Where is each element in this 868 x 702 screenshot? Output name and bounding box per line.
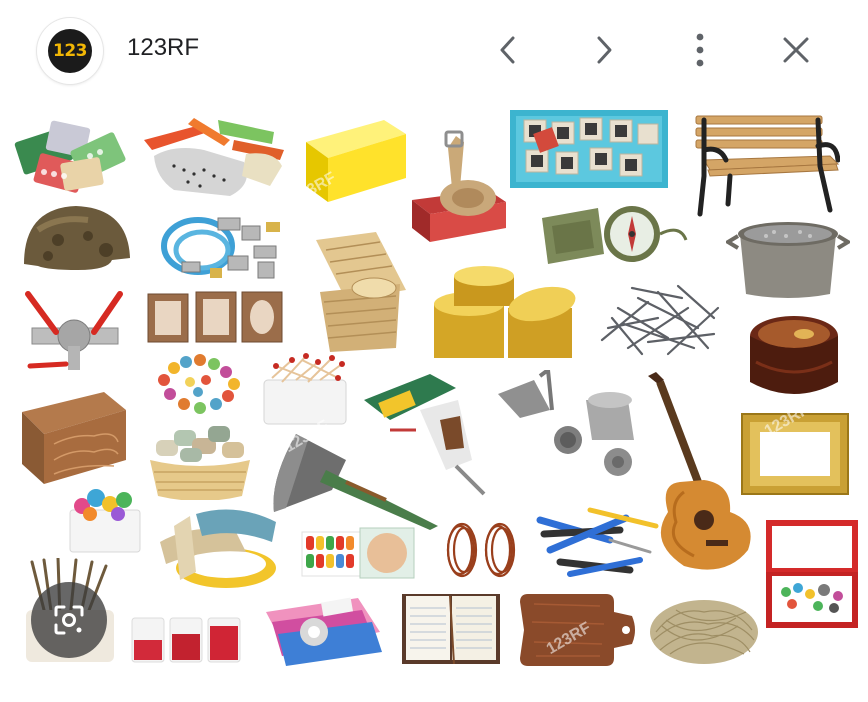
site-logo[interactable]: 123 bbox=[37, 18, 103, 84]
main-image[interactable]: 123RF 123RF 123RF 123RF bbox=[0, 100, 868, 700]
rusty-helmet-image bbox=[18, 200, 134, 274]
yellow-sponge-image bbox=[300, 112, 410, 206]
gold-boxes-image bbox=[430, 264, 580, 364]
yarn-basket-image bbox=[144, 420, 256, 500]
valve-with-red-handles-image bbox=[22, 290, 126, 378]
gold-picture-frame-image bbox=[740, 412, 850, 496]
glasses-red-liquid-image bbox=[130, 614, 244, 664]
matches-in-bowl-image bbox=[262, 350, 348, 426]
site-logo-text: 123 bbox=[48, 29, 92, 73]
axe-image bbox=[266, 430, 442, 530]
nails-pile-image bbox=[598, 278, 724, 362]
open-notebook-image bbox=[400, 592, 502, 666]
wooden-frames-image bbox=[146, 290, 284, 344]
lens-search-icon bbox=[54, 605, 84, 635]
meat-grinder-image bbox=[490, 370, 640, 480]
plastic-toys-box-image bbox=[64, 476, 146, 556]
close-icon bbox=[783, 37, 809, 63]
copper-wire-coils-image bbox=[440, 520, 524, 580]
next-button[interactable] bbox=[582, 28, 626, 72]
wooden-jewelry-box-image bbox=[746, 312, 842, 404]
compass-image bbox=[538, 204, 690, 270]
viewer-header: 123 123RF bbox=[0, 0, 868, 100]
close-button[interactable] bbox=[774, 28, 818, 72]
lens-search-button[interactable] bbox=[31, 582, 107, 658]
previous-button[interactable] bbox=[486, 28, 530, 72]
wicker-baskets-image bbox=[306, 230, 412, 354]
gloves-and-tools-image bbox=[134, 110, 286, 202]
cutting-board-image bbox=[514, 592, 638, 668]
more-vert-icon bbox=[696, 33, 704, 67]
twine-bundle-image bbox=[646, 592, 762, 668]
sponges-and-tape-image bbox=[262, 592, 384, 666]
park-bench-image bbox=[690, 110, 840, 220]
metal-pot-image bbox=[726, 216, 850, 300]
rolled-ribbons-image bbox=[156, 502, 284, 592]
carved-wooden-box-image bbox=[18, 390, 130, 486]
bead-necklaces-image bbox=[150, 350, 248, 416]
photo-slides-box-image bbox=[510, 110, 668, 188]
image-viewer: 123 123RF 123RF 123RF 123RF 123RF bbox=[0, 0, 868, 702]
more-options-button[interactable] bbox=[678, 28, 722, 72]
chevron-left-icon bbox=[500, 36, 515, 64]
site-title[interactable]: 123RF bbox=[127, 34, 199, 62]
screwdrivers-image bbox=[530, 500, 660, 580]
chevron-right-icon bbox=[597, 36, 612, 64]
belt-in-box-image bbox=[408, 128, 510, 244]
colored-crayons-image bbox=[300, 526, 416, 580]
red-treasure-box-image bbox=[762, 516, 862, 630]
pills-image bbox=[14, 116, 132, 198]
hoses-and-fittings-image bbox=[158, 206, 288, 286]
